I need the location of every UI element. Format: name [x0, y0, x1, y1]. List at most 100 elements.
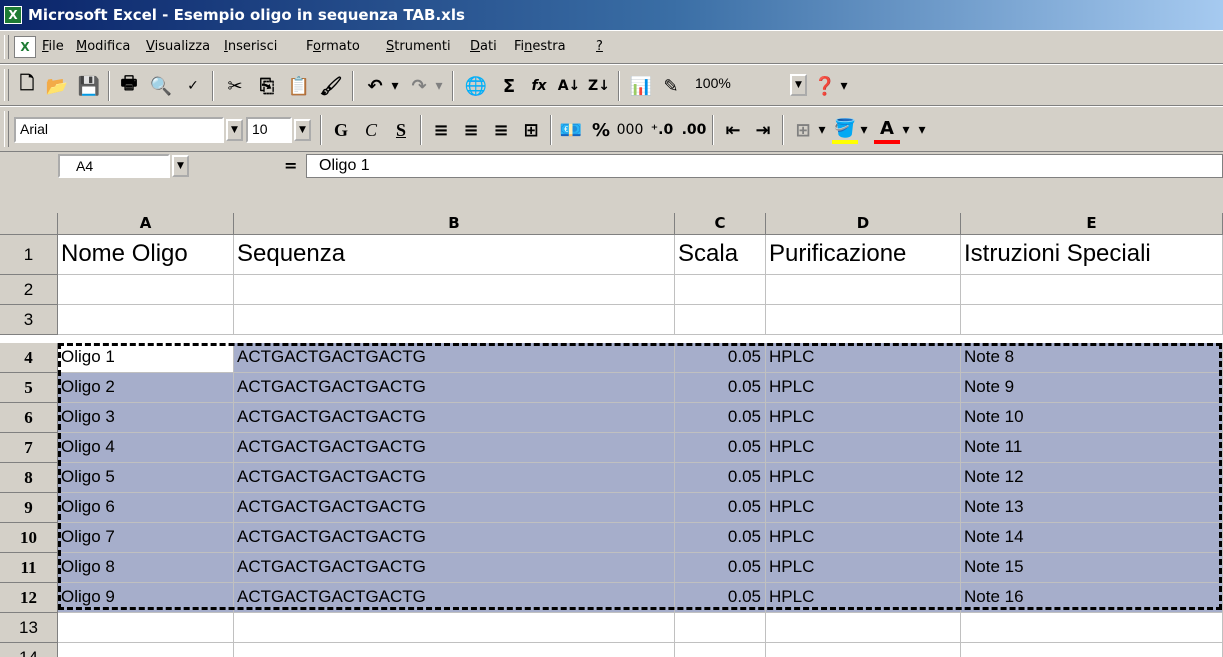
cell-e3[interactable] — [961, 305, 1223, 335]
row-header[interactable]: 4 — [0, 343, 58, 373]
cell-c12[interactable]: 0.05 — [675, 583, 766, 613]
cell-d12[interactable]: HPLC — [766, 583, 961, 613]
cell-e12[interactable]: Note 16 — [961, 583, 1223, 613]
cell-d6[interactable]: HPLC — [766, 403, 961, 433]
formatting-toolbar-grip[interactable] — [4, 111, 9, 147]
hyperlink-globe-icon[interactable]: 🌐 — [462, 72, 490, 100]
cell-d3[interactable] — [766, 305, 961, 335]
font-color-icon[interactable]: A — [874, 116, 900, 144]
underline-button[interactable]: S — [388, 116, 414, 144]
row-header[interactable]: 9 — [0, 493, 58, 523]
sort-descending-icon[interactable]: Z↓ — [586, 72, 612, 100]
row-header[interactable]: 14 — [0, 643, 58, 657]
cell-c8[interactable]: 0.05 — [675, 463, 766, 493]
cell-c2[interactable] — [675, 275, 766, 305]
cell-e1[interactable]: Istruzioni Speciali — [961, 235, 1223, 275]
italic-button[interactable]: C — [358, 116, 384, 144]
cell-e5[interactable]: Note 9 — [961, 373, 1223, 403]
cell-d2[interactable] — [766, 275, 961, 305]
cell-e7[interactable]: Note 11 — [961, 433, 1223, 463]
toolbar-options-icon[interactable]: ▾ — [916, 116, 928, 144]
row-header[interactable]: 3 — [0, 305, 58, 335]
zoom-combo[interactable]: 100% — [690, 72, 786, 98]
cell-a11[interactable]: Oligo 8 — [58, 553, 234, 583]
menu-item[interactable]: Formato — [306, 39, 360, 54]
cell-d7[interactable]: HPLC — [766, 433, 961, 463]
align-right-icon[interactable]: ≡ — [488, 116, 514, 144]
cell-b1[interactable]: Sequenza — [234, 235, 675, 275]
cell-b3[interactable] — [234, 305, 675, 335]
menu-item[interactable]: ? — [596, 39, 603, 54]
column-header-c[interactable]: C — [675, 213, 766, 235]
align-center-icon[interactable]: ≡ — [458, 116, 484, 144]
cell-d10[interactable]: HPLC — [766, 523, 961, 553]
cell-a8[interactable]: Oligo 5 — [58, 463, 234, 493]
cell-e8[interactable]: Note 12 — [961, 463, 1223, 493]
cell-e10[interactable]: Note 14 — [961, 523, 1223, 553]
cell-e13[interactable] — [961, 613, 1223, 643]
cell-d1[interactable]: Purificazione — [766, 235, 961, 275]
align-left-icon[interactable]: ≡ — [428, 116, 454, 144]
worksheet-grid[interactable]: A B C D E 1 Nome Oligo Sequenza Scala Purificazio… — [0, 180, 1223, 657]
cell-d5[interactable]: HPLC — [766, 373, 961, 403]
cell-b2[interactable] — [234, 275, 675, 305]
zoom-dropdown-arrow-icon[interactable]: ▼ — [790, 74, 807, 96]
open-folder-icon[interactable]: 📂 — [44, 72, 70, 100]
drawing-icon[interactable]: ✎ — [658, 72, 684, 100]
cell-c13[interactable] — [675, 613, 766, 643]
cell-b11[interactable]: ACTGACTGACTGACTG — [234, 553, 675, 583]
cell-b8[interactable]: ACTGACTGACTGACTG — [234, 463, 675, 493]
cell-c5[interactable]: 0.05 — [675, 373, 766, 403]
currency-icon[interactable]: 💶 — [558, 116, 584, 144]
cell-a5[interactable]: Oligo 2 — [58, 373, 234, 403]
cell-a12[interactable]: Oligo 9 — [58, 583, 234, 613]
copy-icon[interactable]: ⎘ — [254, 72, 280, 100]
percent-button[interactable]: % — [588, 116, 614, 144]
cell-a13[interactable] — [58, 613, 234, 643]
menu-item[interactable]: File — [42, 39, 64, 54]
font-name-dropdown-arrow-icon[interactable]: ▼ — [226, 119, 243, 141]
font-size-combo[interactable]: 10 — [246, 117, 292, 143]
paste-icon[interactable]: 📋 — [286, 72, 312, 100]
cell-a1[interactable]: Nome Oligo — [58, 235, 234, 275]
autosum-icon[interactable]: Σ — [496, 72, 522, 100]
bold-button[interactable]: G — [328, 116, 354, 144]
menu-item[interactable]: Modifica — [76, 39, 130, 54]
cell-e11[interactable]: Note 15 — [961, 553, 1223, 583]
thousands-separator-button[interactable]: 000 — [616, 116, 644, 144]
menu-item[interactable]: Finestra — [514, 39, 566, 54]
chart-wizard-icon[interactable]: 📊 — [628, 72, 654, 100]
help-icon[interactable]: ❓ — [812, 72, 838, 100]
row-header[interactable]: 8 — [0, 463, 58, 493]
cell-e6[interactable]: Note 10 — [961, 403, 1223, 433]
cell-b4[interactable]: ACTGACTGACTGACTG — [234, 343, 675, 373]
cell-d8[interactable]: HPLC — [766, 463, 961, 493]
row-header[interactable]: 6 — [0, 403, 58, 433]
undo-icon[interactable]: ↶ — [362, 72, 388, 100]
cell-b6[interactable]: ACTGACTGACTGACTG — [234, 403, 675, 433]
cell-d9[interactable]: HPLC — [766, 493, 961, 523]
cell-a9[interactable]: Oligo 6 — [58, 493, 234, 523]
fill-color-dropdown-icon[interactable]: ▾ — [858, 116, 870, 144]
row-header[interactable]: 12 — [0, 583, 58, 613]
borders-icon[interactable]: ⊞ — [790, 116, 816, 144]
font-color-dropdown-icon[interactable]: ▾ — [900, 116, 912, 144]
cell-c10[interactable]: 0.05 — [675, 523, 766, 553]
cell-a4[interactable]: Oligo 1 — [58, 343, 234, 373]
cut-icon[interactable]: ✂ — [222, 72, 248, 100]
menu-item[interactable]: Inserisci — [224, 39, 277, 54]
name-box[interactable]: A4 — [58, 154, 170, 178]
cell-c14[interactable] — [675, 643, 766, 657]
cell-a14[interactable] — [58, 643, 234, 657]
cell-b9[interactable]: ACTGACTGACTGACTG — [234, 493, 675, 523]
spelling-icon[interactable]: ✓ — [180, 72, 206, 100]
save-icon[interactable]: 💾 — [76, 72, 102, 100]
menubar-grip[interactable] — [4, 35, 9, 59]
cell-b5[interactable]: ACTGACTGACTGACTG — [234, 373, 675, 403]
row-header[interactable]: 13 — [0, 613, 58, 643]
font-size-dropdown-arrow-icon[interactable]: ▼ — [294, 119, 311, 141]
cell-a2[interactable] — [58, 275, 234, 305]
row-header[interactable]: 1 — [0, 235, 58, 275]
menu-item[interactable]: Dati — [470, 39, 497, 54]
column-header-d[interactable]: D — [766, 213, 961, 235]
